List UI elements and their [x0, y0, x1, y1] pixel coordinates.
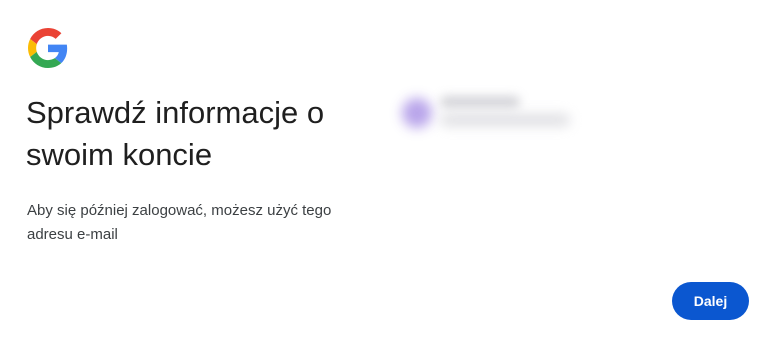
next-button[interactable]: Dalej: [672, 282, 749, 320]
page-title: Sprawdź informacje o swoim koncie: [26, 95, 325, 172]
google-logo-icon: [28, 28, 68, 68]
account-name-redacted: [440, 96, 520, 108]
signin-page: Sprawdź informacje o swoim koncie Aby si…: [0, 0, 774, 347]
avatar: [402, 98, 432, 128]
account-chip: [390, 84, 590, 154]
page-subtitle: Aby się później zalogować, możesz użyć t…: [27, 202, 332, 243]
account-email-redacted: [440, 114, 570, 126]
